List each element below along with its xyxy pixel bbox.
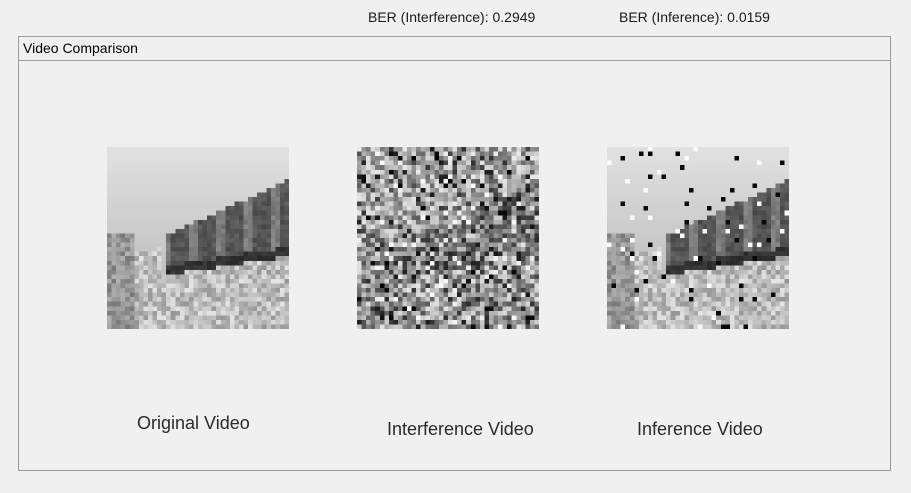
original-video-caption: Original Video (137, 413, 250, 433)
video-comparison-panel: Video Comparison Original Video Interfer… (18, 36, 891, 471)
inference-video-frame (607, 147, 789, 329)
interference-video-frame (357, 147, 539, 329)
interference-video-caption: Interference Video (387, 419, 534, 439)
original-video-image (107, 147, 289, 329)
inference-video-caption: Inference Video (637, 419, 763, 439)
ber-interference-label: BER (Interference): 0.2949 (368, 9, 536, 25)
ber-inference-label: BER (Inference): 0.0159 (619, 9, 770, 25)
original-video-frame (107, 147, 289, 329)
panel-title: Video Comparison (19, 37, 890, 61)
interference-video-image (357, 147, 539, 329)
inference-video-image (607, 147, 789, 329)
